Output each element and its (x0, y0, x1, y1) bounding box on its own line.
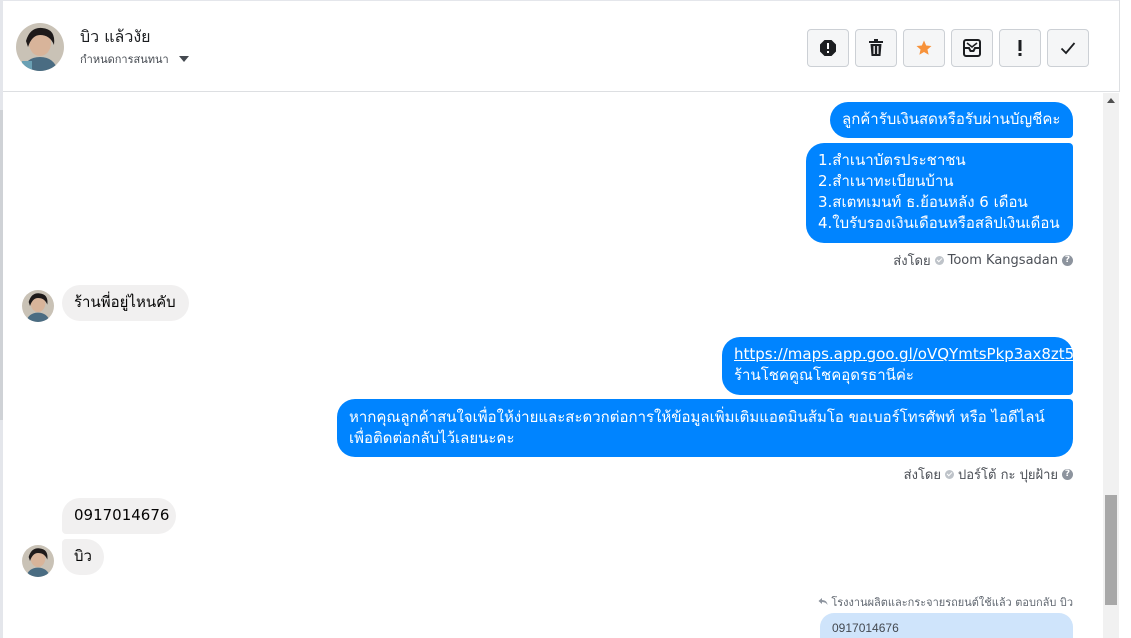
mark-important-button[interactable] (999, 29, 1041, 67)
mark-done-button[interactable] (1047, 29, 1089, 67)
help-icon[interactable]: ? (1062, 469, 1073, 480)
check-icon (1060, 42, 1076, 55)
report-spam-icon (820, 40, 836, 56)
outgoing-message[interactable]: https://maps.app.goo.gl/oVQYmtsPkp3ax8zt… (722, 337, 1074, 395)
verified-check-icon (945, 470, 954, 479)
scrollbar[interactable] (1103, 93, 1119, 638)
message-line: 4.ใบรับรองเงินเดือนหรือสลิปเงินเดือน (818, 214, 1060, 232)
contact-avatar-small (22, 290, 54, 322)
exclamation-icon (1018, 40, 1022, 56)
message-line: เพื่อติดต่อกลับไว้เลยนะคะ (349, 429, 515, 447)
report-spam-button[interactable] (807, 29, 849, 67)
mark-unread-icon (963, 39, 981, 57)
sender-name: Toom Kangsadan (947, 253, 1058, 268)
incoming-message[interactable]: ร้านพี่อยู่ไหนคับ (62, 285, 189, 321)
message-line: 2.สำเนาทะเบียนบ้าน (818, 172, 954, 190)
map-link[interactable]: https://maps.app.goo.gl/oVQYmtsPkp3ax8zt… (734, 345, 1074, 363)
conversation-settings-dropdown[interactable]: กำหนดการสนทนา (80, 50, 189, 68)
help-icon[interactable]: ? (1062, 255, 1073, 266)
conversation-header: บิว แล้วงัย กำหนดการสนทนา (3, 0, 1119, 92)
outgoing-message[interactable]: หากคุณลูกค้าสนใจเพื่อให้ง่ายและสะดวกต่อก… (337, 399, 1073, 457)
reply-arrow-icon (818, 596, 828, 609)
message-text: ลูกค้ารับเงินสดหรือรับผ่านบัญชีคะ (842, 110, 1061, 128)
action-toolbar (807, 29, 1089, 67)
message-line: 1.สำเนาบัตรประชาชน (818, 151, 966, 169)
quoted-text: 0917014676 (832, 621, 899, 635)
message-text: 0917014676 (74, 506, 170, 524)
outgoing-message[interactable]: ลูกค้ารับเงินสดหรือรับผ่านบัญชีคะ (830, 102, 1073, 138)
scrollbar-thumb[interactable] (1105, 495, 1117, 605)
message-line: ร้านโชคคูณโชคอุดรธานีค่ะ (734, 366, 914, 384)
delete-button[interactable] (855, 29, 897, 67)
sent-by-label: ส่งโดย (903, 468, 941, 483)
star-button[interactable] (903, 29, 945, 67)
message-text: บิว (74, 547, 92, 565)
quoted-message[interactable]: 0917014676 (820, 613, 1073, 638)
header-divider (1119, 0, 1120, 92)
contact-avatar[interactable] (16, 23, 64, 71)
incoming-message[interactable]: บิว (62, 539, 104, 575)
conversation-settings-label: กำหนดการสนทนา (80, 53, 169, 66)
contact-name[interactable]: บิว แล้วงัย (80, 25, 151, 50)
contact-avatar-small (22, 545, 54, 577)
outgoing-message[interactable]: 1.สำเนาบัตรประชาชน 2.สำเนาทะเบียนบ้าน 3.… (806, 143, 1073, 243)
right-margin (1119, 93, 1131, 638)
message-line: หากคุณลูกค้าสนใจเพื่อให้ง่ายและสะดวกต่อก… (349, 408, 1045, 426)
scroll-up-arrow-icon[interactable] (1107, 98, 1115, 103)
verified-check-icon (934, 256, 944, 265)
mark-unread-button[interactable] (951, 29, 993, 67)
reply-context-text: โรงงานผลิตและกระจายรถยนต์ใช้แล้ว ตอบกลับ… (831, 596, 1073, 609)
message-text: ร้านพี่อยู่ไหนคับ (74, 293, 176, 311)
sent-by-info: ส่งโดย Toom Kangsadan ? (893, 250, 1073, 271)
trash-icon (869, 39, 883, 56)
message-line: 3.สเตทเมนท์ ธ.ย้อนหลัง 6 เดือน (818, 193, 1028, 211)
sent-by-info: ส่งโดย ปอร์โต้ กะ ปุยฝ้าย ? (904, 464, 1073, 485)
conversation-thread: ลูกค้ารับเงินสดหรือรับผ่านบัญชีคะ 1.สำเน… (3, 93, 1103, 638)
star-icon (916, 40, 932, 55)
incoming-message[interactable]: 0917014676 (62, 498, 176, 534)
sender-name: ปอร์โต้ กะ ปุยฝ้าย (958, 468, 1058, 483)
caret-down-icon (178, 56, 189, 62)
sent-by-label: ส่งโดย (893, 254, 931, 269)
reply-context: โรงงานผลิตและกระจายรถยนต์ใช้แล้ว ตอบกลับ… (818, 593, 1073, 611)
